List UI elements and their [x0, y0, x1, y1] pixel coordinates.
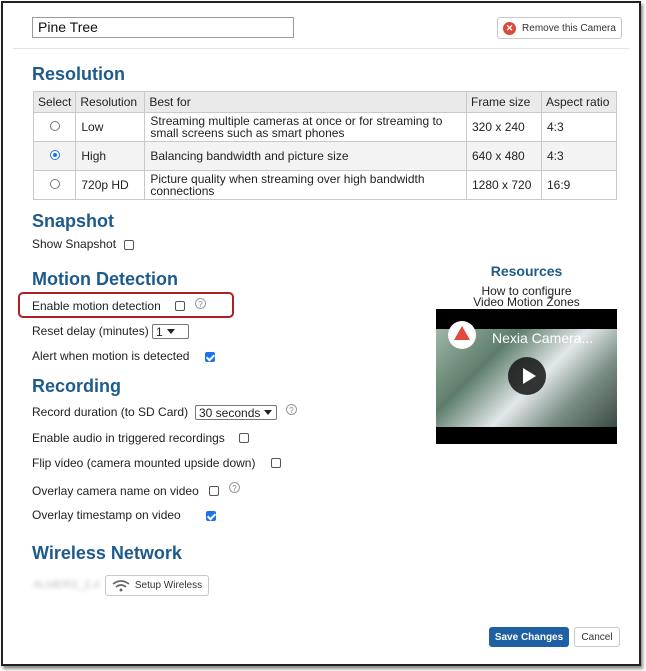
alert-motion-label: Alert when motion is detected: [32, 349, 190, 363]
remove-icon: ✕: [503, 21, 517, 35]
recording-heading: Recording: [32, 376, 122, 396]
col-frame-size: Frame size: [466, 91, 542, 113]
table-header-row: Select Resolution Best for Frame size As…: [32, 91, 617, 113]
frame-size: 1280 x 720: [466, 170, 542, 200]
show-snapshot-checkbox[interactable]: [124, 240, 134, 250]
remove-camera-label: Remove this Camera: [522, 22, 616, 34]
snapshot-heading: Snapshot: [32, 211, 115, 231]
table-row[interactable]: High Balancing bandwidth and picture siz…: [32, 141, 617, 171]
show-snapshot-label: Show Snapshot: [32, 237, 117, 251]
chevron-down-icon: [264, 410, 273, 415]
wireless-heading: Wireless Network: [32, 543, 182, 563]
record-duration-value: 30 seconds: [199, 405, 261, 420]
reset-delay-select[interactable]: 1: [152, 324, 189, 339]
frame-size: 320 x 240: [466, 112, 542, 142]
overlay-name-checkbox[interactable]: [209, 486, 219, 496]
enable-motion-checkbox[interactable]: [175, 301, 185, 311]
best-for-text: Balancing bandwidth and picture size: [144, 141, 467, 171]
wifi-icon: [112, 579, 130, 591]
resolution-name: Low: [75, 112, 146, 142]
resources-heading: Resources: [490, 263, 563, 279]
flip-video-checkbox[interactable]: [271, 458, 281, 468]
setup-wireless-label: Setup Wireless: [134, 580, 203, 591]
best-for-text: Picture quality when streaming over high…: [144, 170, 467, 200]
best-for-text: Streaming multiple cameras at once or fo…: [144, 112, 467, 142]
resources-link-line2[interactable]: Video Motion Zones: [436, 296, 617, 308]
enable-audio-label: Enable audio in triggered recordings: [32, 431, 225, 445]
flip-video-label: Flip video (camera mounted upside down): [32, 456, 256, 470]
aspect-ratio: 16:9: [541, 170, 617, 200]
motion-detection-heading: Motion Detection: [32, 269, 178, 289]
help-icon[interactable]: ?: [286, 404, 297, 415]
camera-settings-dialog: Pine Tree ✕ Remove this Camera Resolutio…: [1, 1, 641, 666]
wireless-ssid: ALMERS_2.4: [33, 579, 100, 591]
help-icon[interactable]: ?: [195, 298, 206, 309]
video-title: Nexia Camera...: [492, 330, 594, 346]
table-row[interactable]: Low Streaming multiple cameras at once o…: [32, 112, 617, 142]
resolution-table: Select Resolution Best for Frame size As…: [32, 91, 617, 200]
resolution-name: High: [75, 141, 146, 171]
remove-camera-button[interactable]: ✕ Remove this Camera: [497, 17, 622, 39]
help-icon[interactable]: ?: [229, 482, 240, 493]
table-row[interactable]: 720p HD Picture quality when streaming o…: [32, 170, 617, 200]
resolution-radio-high[interactable]: [49, 150, 60, 160]
record-duration-label: Record duration (to SD Card): [32, 405, 189, 419]
resolution-radio-720p[interactable]: [49, 179, 60, 189]
record-duration-select[interactable]: 30 seconds: [195, 405, 277, 420]
play-icon[interactable]: [508, 357, 546, 395]
reset-delay-label: Reset delay (minutes): [32, 324, 149, 338]
video-player[interactable]: Nexia Camera...: [436, 309, 617, 444]
col-best-for: Best for: [144, 91, 467, 113]
enable-audio-checkbox[interactable]: [239, 433, 249, 443]
col-aspect-ratio: Aspect ratio: [541, 91, 617, 113]
frame-size: 640 x 480: [466, 141, 542, 171]
divider: [13, 48, 629, 49]
col-resolution: Resolution: [75, 91, 146, 113]
reset-delay-value: 1: [156, 324, 163, 339]
alert-motion-checkbox[interactable]: [205, 352, 215, 362]
chevron-down-icon: [166, 329, 175, 334]
save-changes-button[interactable]: Save Changes: [489, 627, 569, 647]
resolution-name: 720p HD: [75, 170, 146, 200]
overlay-timestamp-label: Overlay timestamp on video: [32, 508, 181, 522]
camera-name-input[interactable]: Pine Tree: [32, 17, 294, 38]
setup-wireless-button[interactable]: Setup Wireless: [105, 575, 209, 596]
cancel-button[interactable]: Cancel: [574, 627, 620, 647]
resolution-radio-low[interactable]: [49, 121, 60, 131]
aspect-ratio: 4:3: [541, 141, 617, 171]
resolution-heading: Resolution: [32, 64, 125, 84]
enable-motion-label: Enable motion detection: [32, 299, 161, 313]
overlay-timestamp-checkbox[interactable]: [206, 511, 217, 521]
nexia-logo-icon: [448, 321, 476, 349]
col-select: Select: [32, 91, 77, 113]
overlay-name-label: Overlay camera name on video: [32, 484, 199, 498]
aspect-ratio: 4:3: [541, 112, 617, 142]
